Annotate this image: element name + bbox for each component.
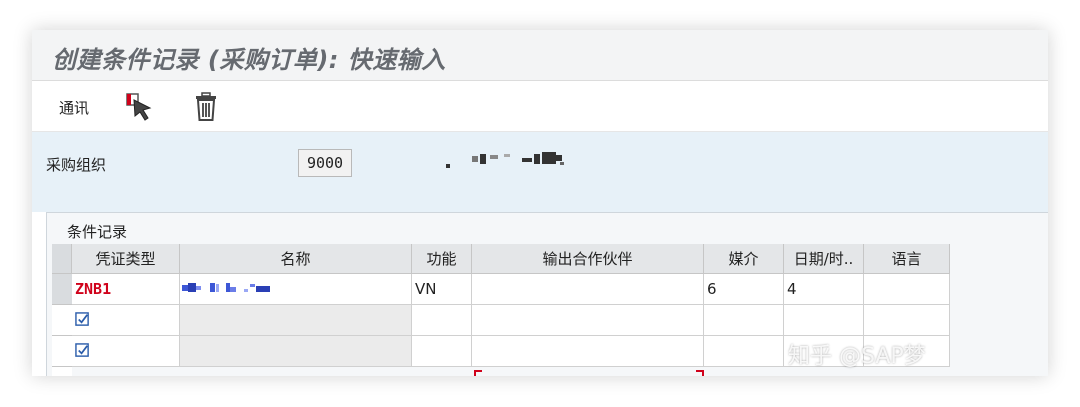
watermark: 知乎 @SAP梦 [788, 344, 926, 369]
purchasing-org-field[interactable]: 9000 [298, 149, 352, 177]
output-partner-cell[interactable] [472, 305, 704, 336]
name-cell [180, 336, 412, 367]
name-cell-redacted [180, 274, 412, 305]
column-header-output-partner[interactable]: 输出合作伙伴 [472, 244, 704, 274]
checkbox-icon[interactable] [75, 342, 90, 358]
doc-type-cell[interactable] [72, 336, 180, 367]
row-selector[interactable] [52, 274, 72, 305]
toolbar: 通讯 [32, 81, 1048, 132]
sap-window: 创建条件记录 (采购订单): 快速输入 通讯 采购组织 9000 条件记录 凭证… [32, 30, 1048, 376]
records-section-title: 条件记录 [67, 223, 128, 241]
medium-cell[interactable]: 6 [704, 274, 784, 305]
name-cell [180, 305, 412, 336]
field-focus-corner [696, 370, 704, 376]
datetime-cell[interactable]: 4 [784, 274, 864, 305]
checkbox-icon[interactable] [75, 311, 90, 327]
language-cell[interactable] [864, 274, 950, 305]
column-header-datetime[interactable]: 日期/时.. [784, 244, 864, 274]
header-area: 采购组织 9000 [32, 132, 1048, 212]
select-cursor-icon[interactable] [124, 91, 156, 123]
datetime-cell[interactable] [784, 305, 864, 336]
column-header-function[interactable]: 功能 [412, 244, 472, 274]
medium-cell[interactable] [704, 336, 784, 367]
trash-icon[interactable] [190, 91, 222, 123]
communication-button[interactable]: 通讯 [59, 97, 89, 118]
title-bar: 创建条件记录 (采购订单): 快速输入 [32, 30, 1048, 81]
row-selector[interactable] [52, 367, 72, 376]
column-header-medium[interactable]: 媒介 [704, 244, 784, 274]
function-cell[interactable] [412, 305, 472, 336]
row-selector[interactable] [52, 305, 72, 336]
function-cell[interactable] [412, 336, 472, 367]
column-header-language[interactable]: 语言 [864, 244, 950, 274]
language-cell[interactable] [864, 305, 950, 336]
purchasing-org-name-redacted [442, 152, 602, 172]
purchasing-org-label: 采购组织 [46, 156, 107, 174]
field-focus-corner [474, 370, 482, 376]
row-selector[interactable] [52, 336, 72, 367]
doc-type-cell[interactable] [72, 305, 180, 336]
doc-type-cell[interactable]: ZNB1 [72, 274, 180, 305]
output-partner-cell[interactable] [472, 336, 704, 367]
select-all-cell[interactable] [52, 244, 72, 274]
column-header-doc-type[interactable]: 凭证类型 [72, 244, 180, 274]
column-header-name[interactable]: 名称 [180, 244, 412, 274]
output-partner-cell[interactable] [472, 274, 704, 305]
function-cell[interactable]: VN [412, 274, 472, 305]
medium-cell[interactable] [704, 305, 784, 336]
page-title: 创建条件记录 (采购订单): 快速输入 [52, 46, 446, 74]
